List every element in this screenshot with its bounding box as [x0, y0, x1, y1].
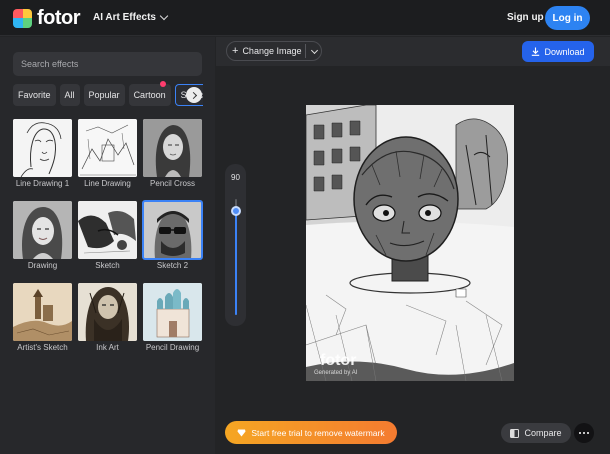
download-label: Download: [544, 46, 585, 57]
effect-thumbnail: [78, 283, 137, 341]
effects-sidebar: Favorite All Popular Cartoon Sketch Line…: [0, 37, 215, 454]
dot-icon: [578, 431, 582, 435]
edited-photo: fotor Generated by AI: [306, 105, 514, 381]
tab-popular[interactable]: Popular: [83, 84, 125, 106]
signup-link[interactable]: Sign up: [507, 12, 544, 23]
effect-label: Ink Art: [96, 343, 119, 352]
more-options-button[interactable]: [574, 423, 594, 443]
login-button[interactable]: Log in: [545, 6, 590, 30]
new-badge-dot: [160, 81, 166, 87]
ai-art-effects-menu[interactable]: AI Art Effects: [93, 11, 169, 23]
download-icon: [532, 47, 540, 56]
effect-card-drawing[interactable]: Drawing: [13, 201, 72, 270]
start-free-trial-button[interactable]: Start free trial to remove watermark: [225, 421, 397, 444]
effect-label: Line Drawing 1: [15, 179, 70, 188]
menu-label: AI Art Effects: [93, 12, 156, 23]
change-image-button[interactable]: + Change Image: [226, 41, 322, 61]
effect-card-pencil-cross[interactable]: Pencil Cross: [143, 119, 202, 188]
tab-favorite[interactable]: Favorite: [13, 84, 56, 106]
effect-card-line-drawing[interactable]: Line Drawing: [78, 119, 137, 188]
effect-thumbnail: [143, 283, 202, 341]
slider-fill: [235, 210, 237, 315]
effect-thumbnail: [143, 119, 202, 177]
dot-icon: [586, 431, 590, 435]
effect-card-pencil-drawing[interactable]: Pencil Drawing: [143, 283, 202, 352]
compare-icon: [510, 428, 520, 438]
effect-card-line-drawing-1[interactable]: Line Drawing 1: [13, 119, 72, 188]
download-button[interactable]: Download: [522, 41, 594, 62]
chevron-down-icon[interactable]: [310, 46, 319, 55]
effect-label: Sketch 2: [156, 261, 189, 270]
effect-label: Line Drawing: [84, 179, 131, 188]
effect-thumbnail: [78, 201, 137, 259]
intensity-value: 90: [231, 173, 240, 182]
editor-toolbar: + Change Image Download: [216, 37, 610, 66]
effect-thumbnail: [13, 201, 72, 259]
watermark-subtitle: Generated by AI: [314, 370, 358, 376]
slider-handle[interactable]: [231, 205, 241, 216]
logo-text: fotor: [37, 7, 81, 29]
search-effects-input[interactable]: [13, 52, 202, 76]
effect-card-sketch[interactable]: Sketch: [78, 201, 137, 270]
effect-thumbnail: [13, 119, 72, 177]
effect-category-tabs: Favorite All Popular Cartoon Sketch: [13, 84, 203, 106]
tab-cartoon[interactable]: Cartoon: [128, 84, 171, 106]
dot-icon: [582, 431, 586, 435]
effect-card-artists-sketch[interactable]: Artist's Sketch: [13, 283, 72, 352]
watermark-logo: fotor: [320, 352, 357, 369]
change-image-label: Change Image: [242, 46, 302, 56]
effect-label: Artist's Sketch: [17, 343, 68, 352]
divider: [305, 44, 306, 58]
tabs-next-button[interactable]: [186, 87, 202, 103]
sketch-artwork: [306, 105, 514, 381]
effect-thumbnail: [142, 200, 203, 260]
chevron-down-icon: [159, 11, 169, 21]
intensity-slider[interactable]: 90: [225, 164, 246, 326]
effect-label: Pencil Drawing: [145, 343, 200, 352]
compare-button[interactable]: Compare: [501, 423, 571, 443]
fotor-logo-icon: [13, 8, 32, 28]
trial-label: Start free trial to remove watermark: [251, 427, 385, 438]
image-canvas: 90 fotor Generated by AI Start free tria…: [216, 66, 610, 454]
chevron-right-icon: [189, 91, 197, 99]
top-bar: fotor AI Art Effects Sign up Log in: [0, 0, 610, 36]
compare-label: Compare: [524, 428, 562, 438]
effect-label: Drawing: [27, 261, 58, 270]
fotor-logo[interactable]: fotor: [13, 7, 81, 29]
effect-card-ink-art[interactable]: Ink Art: [78, 283, 137, 352]
plus-icon: +: [232, 45, 239, 57]
diamond-icon: [237, 429, 246, 436]
effect-card-sketch-2[interactable]: Sketch 2: [142, 200, 203, 270]
tab-all[interactable]: All: [59, 84, 80, 106]
effect-thumbnail: [78, 119, 137, 177]
effect-label: Pencil Cross: [150, 179, 195, 188]
effect-label: Sketch: [95, 261, 120, 270]
effect-thumbnail: [13, 283, 72, 341]
